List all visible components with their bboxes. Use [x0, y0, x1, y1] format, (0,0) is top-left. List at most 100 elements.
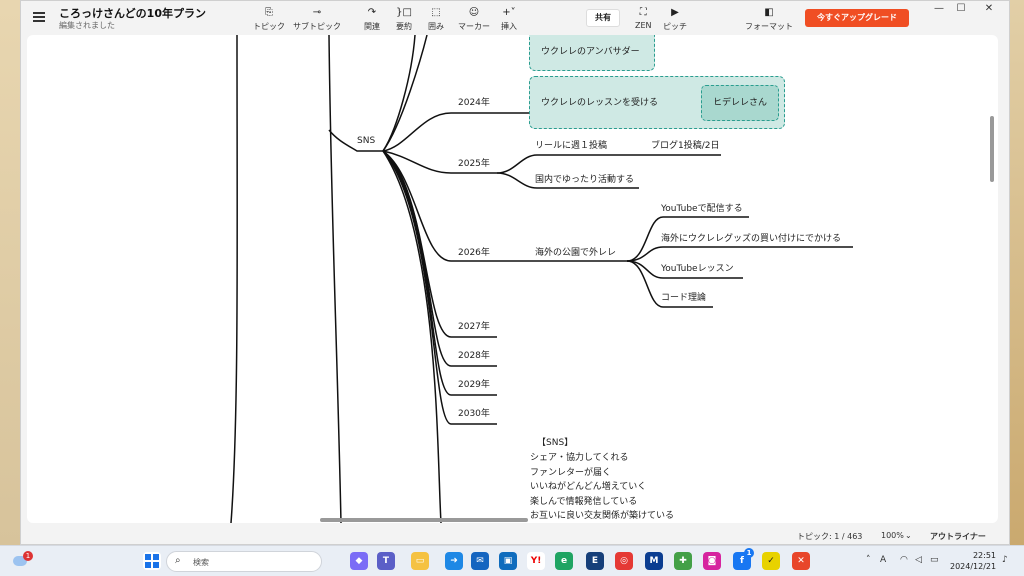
search-icon: ⌕: [175, 555, 181, 566]
boundary-icon: ⬚: [431, 7, 441, 18]
upgrade-button[interactable]: 今すぐアップグレード: [805, 9, 909, 27]
file-explorer-icon[interactable]: ▭: [411, 552, 429, 570]
app-red-icon[interactable]: ◎: [615, 552, 633, 570]
topic-ambassador[interactable]: ウクレレのアンバサダー: [541, 44, 640, 57]
desktop-left-edge: [0, 0, 22, 545]
note-line[interactable]: お互いに良い交友関係が築けている: [530, 508, 674, 521]
subtopic-icon: ⊸: [312, 7, 322, 18]
topic-buying[interactable]: 海外にウクレレグッズの買い付けにでかける: [661, 231, 841, 244]
topic-2029[interactable]: 2029年: [458, 377, 490, 390]
app-window: ころっけさんどの10年プラン 編集されました ⎘ トピック ⊸ サブトピック ↷…: [20, 0, 1010, 545]
relation-button[interactable]: ↷ 関連: [364, 7, 380, 32]
topic-count: トピック: 1 / 463: [797, 532, 863, 541]
insert-button[interactable]: +˅ 挿入: [501, 7, 517, 32]
topic-2025[interactable]: 2025年: [458, 156, 490, 169]
mail-icon[interactable]: ✉: [471, 552, 489, 570]
vertical-scrollbar[interactable]: [990, 116, 994, 182]
close-icon[interactable]: ✕: [979, 3, 999, 14]
horizontal-scrollbar[interactable]: [320, 518, 528, 522]
marker-label: マーカー: [458, 22, 490, 31]
topic-yt-lesson[interactable]: YouTubeレッスン: [661, 261, 734, 274]
topic-overseas[interactable]: 海外の公園で外レレ: [535, 245, 616, 258]
wifi-icon[interactable]: ◠: [900, 555, 908, 565]
relation-icon: ↷: [367, 7, 377, 18]
topic-lesson[interactable]: ウクレレのレッスンを受ける: [541, 95, 658, 108]
play-icon: ▶: [671, 7, 679, 18]
app-check-icon[interactable]: ✓: [762, 552, 780, 570]
app-m-icon[interactable]: M: [645, 552, 663, 570]
app-icon[interactable]: ➜: [445, 552, 463, 570]
start-icon[interactable]: [143, 552, 161, 570]
taskbar: 1 ⌕ 検索 ◆ T ▭ ➜ ✉ ▣ Y! e E ◎ M ✚ ◙ f 1 ✓ …: [0, 545, 1024, 576]
pitch-label: ピッチ: [663, 22, 687, 31]
minimize-icon[interactable]: —: [929, 3, 949, 14]
topic-2026[interactable]: 2026年: [458, 245, 490, 258]
plus-chevron-icon: +˅: [502, 7, 516, 18]
clock[interactable]: 22:51 2024/12/21: [950, 550, 996, 572]
teams-icon[interactable]: T: [377, 552, 395, 570]
topic-hiderere[interactable]: ヒデレレさん: [713, 95, 767, 108]
note-line[interactable]: 楽しんで情報発信している: [530, 494, 637, 507]
subtopic-button[interactable]: ⊸ サブトピック: [293, 7, 341, 32]
instagram-icon[interactable]: ◙: [703, 552, 721, 570]
taskbar-search[interactable]: ⌕ 検索: [166, 551, 322, 572]
note-line[interactable]: シェア・協力してくれる: [530, 450, 628, 463]
notification-bell-icon[interactable]: ♪: [1002, 555, 1008, 565]
boundary-button[interactable]: ⬚ 囲み: [428, 7, 444, 32]
topic-2030[interactable]: 2030年: [458, 406, 490, 419]
summary-label: 要約: [396, 22, 412, 31]
pitch-button[interactable]: ▶ ピッチ: [663, 7, 687, 32]
topic-yt-post[interactable]: YouTubeで配信する: [661, 201, 743, 214]
format-label: フォーマット: [745, 22, 793, 31]
note-heading[interactable]: 【SNS】: [537, 435, 573, 448]
copilot-icon[interactable]: ◆: [350, 552, 368, 570]
note-line[interactable]: ファンレターが届く: [530, 465, 611, 478]
battery-icon[interactable]: ▭: [930, 555, 939, 565]
input-indicator-icon[interactable]: A: [880, 555, 886, 565]
store-icon[interactable]: ▣: [499, 552, 517, 570]
outliner-button[interactable]: アウトライナー: [930, 531, 986, 542]
edge-icon[interactable]: e: [555, 552, 573, 570]
mindmap-branches: [230, 35, 853, 523]
zoom-level[interactable]: 100%: [881, 531, 904, 540]
format-panel-icon: ◧: [764, 7, 774, 18]
facebook-badge: 1: [744, 548, 754, 558]
topic-2027[interactable]: 2027年: [458, 319, 490, 332]
status-bar: トピック: 1 / 463 100% ⌄ アウトライナー: [21, 525, 1009, 545]
topic-reel[interactable]: リールに週１投稿: [535, 138, 607, 151]
app-puzzle-icon[interactable]: ✚: [674, 552, 692, 570]
smiley-icon: ☺: [468, 7, 480, 18]
xmind-icon[interactable]: ✕: [792, 552, 810, 570]
yahoo-icon[interactable]: Y!: [527, 552, 545, 570]
hamburger-menu-icon[interactable]: [33, 12, 45, 22]
topic-domestic[interactable]: 国内でゆったり活動する: [535, 172, 634, 185]
weather-widget[interactable]: 1: [10, 551, 33, 571]
note-line[interactable]: いいねがどんどん増えていく: [530, 479, 646, 492]
save-status: 編集されました: [59, 21, 115, 30]
app-e-icon[interactable]: E: [586, 552, 604, 570]
topic-2024[interactable]: 2024年: [458, 95, 490, 108]
clock-date: 2024/12/21: [950, 562, 997, 571]
marker-button[interactable]: ☺ マーカー: [458, 7, 490, 32]
insert-label: 挿入: [501, 22, 517, 31]
share-button[interactable]: 共有: [586, 9, 620, 27]
topic-blog[interactable]: ブログ1投稿/2日: [651, 138, 720, 151]
summary-icon: }□: [396, 7, 412, 18]
topic-2028[interactable]: 2028年: [458, 348, 490, 361]
summary-button[interactable]: }□ 要約: [396, 7, 412, 32]
topic-button[interactable]: ⎘ トピック: [253, 7, 285, 32]
search-placeholder: 検索: [193, 558, 209, 567]
zen-button[interactable]: ⛶ ZEN: [635, 7, 652, 30]
mindmap-canvas[interactable]: ウクレレのアンバサダー ウクレレのレッスンを受ける ヒデレレさん SNS 202…: [27, 35, 998, 523]
subtopic-label: サブトピック: [293, 22, 341, 31]
zoom-chevron-icon[interactable]: ⌄: [905, 531, 912, 540]
topic-sns[interactable]: SNS: [357, 136, 375, 146]
volume-icon[interactable]: ◁: [915, 555, 922, 565]
zen-label: ZEN: [635, 21, 652, 30]
topic-chord[interactable]: コード理論: [661, 290, 706, 303]
format-button[interactable]: ◧ フォーマット: [745, 7, 793, 32]
relation-label: 関連: [364, 22, 380, 31]
chevron-up-icon[interactable]: ˄: [866, 555, 871, 565]
topic-label: トピック: [253, 22, 285, 31]
maximize-icon[interactable]: ☐: [951, 3, 971, 14]
